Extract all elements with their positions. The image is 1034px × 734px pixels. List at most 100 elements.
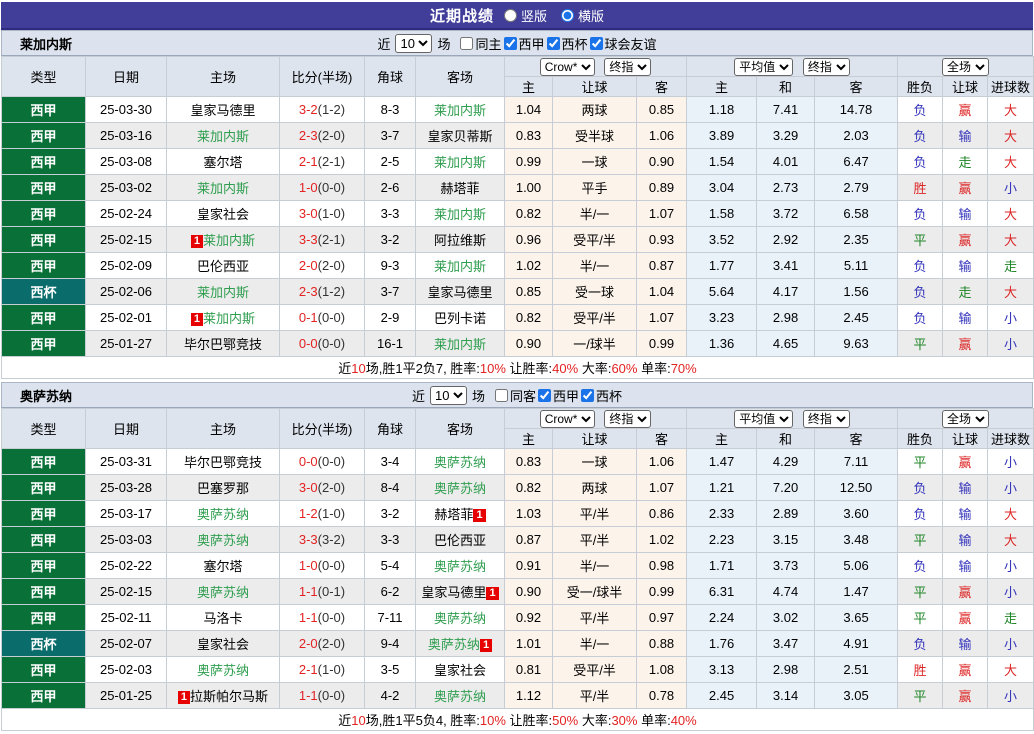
league-type-cell: 西甲 xyxy=(1,96,86,123)
away-team-name: 莱加内斯 xyxy=(433,207,486,222)
handicap-away-odds-cell: 0.78 xyxy=(635,682,688,709)
bookmaker-select[interactable]: Crow* xyxy=(539,409,595,428)
filter-checkbox-西甲[interactable] xyxy=(503,36,517,50)
fulltime-score: 2-3 xyxy=(298,128,318,143)
europe-draw-odds-cell: 2.98 xyxy=(756,304,816,331)
match-row: 西甲 25-02-15 奥萨苏纳 1-1(0-1) 6-2 皇家马德里 1 0.90 受一/球半… xyxy=(1,578,1034,605)
filter-checkbox-同客[interactable] xyxy=(494,388,508,402)
result-wdl-cell: 负 xyxy=(897,96,944,123)
result-wdl-cell: 胜 xyxy=(897,174,944,201)
europe-away-odds-cell: 2.51 xyxy=(814,656,899,683)
filter-checkbox-西杯[interactable] xyxy=(581,388,595,402)
score-cell: 3-3(3-2) xyxy=(279,526,365,553)
match-date-cell: 25-03-31 xyxy=(85,448,167,475)
sub-header-ah-home: 主 xyxy=(504,76,553,97)
away-team-name: 奥萨苏纳 xyxy=(433,611,486,626)
period-select[interactable]: 全场 xyxy=(942,409,990,428)
europe-draw-odds-cell: 7.41 xyxy=(756,96,816,123)
match-date-cell: 25-02-03 xyxy=(85,656,167,683)
summary-row: 近10场,胜1平5负4, 胜率:10% 让胜率:50% 大率:30% 单率:40… xyxy=(0,708,1034,731)
match-count-select[interactable]: 10 xyxy=(429,385,467,405)
europe-away-odds-cell: 4.91 xyxy=(814,630,899,657)
match-date-cell: 25-03-08 xyxy=(85,148,167,175)
match-date-cell: 25-01-27 xyxy=(85,330,167,357)
filter-checkbox-同主[interactable] xyxy=(460,36,474,50)
filter-checkbox-item-球会友谊[interactable]: 球会友谊 xyxy=(588,34,657,53)
halftime-score: (2-1) xyxy=(317,232,346,247)
match-date-cell: 25-01-25 xyxy=(85,682,167,709)
filter-checkbox-item-西甲[interactable]: 西甲 xyxy=(502,34,545,53)
handicap-line-cell: 半/一 xyxy=(552,252,637,279)
fulltime-score: 2-0 xyxy=(298,258,318,273)
corner-cell: 6-2 xyxy=(364,578,416,605)
result-goals-cell: 小 xyxy=(987,578,1034,605)
corner-cell: 9-4 xyxy=(364,630,416,657)
filter-checkbox-item-西甲[interactable]: 西甲 xyxy=(536,386,579,405)
corner-cell: 9-3 xyxy=(364,252,416,279)
view-mode-option-1[interactable]: 横版 xyxy=(561,6,604,25)
match-row: 西甲 25-03-31 毕尔巴鄂竞技 0-0(0-0) 3-4 奥萨苏纳 0.83 一球 1.0… xyxy=(1,448,1034,475)
view-mode-radio-0[interactable] xyxy=(503,8,517,22)
period-select[interactable]: 全场 xyxy=(942,57,990,76)
handicap-home-odds-cell: 0.87 xyxy=(504,526,553,553)
filter-checkbox-西甲[interactable] xyxy=(538,388,551,402)
handicap-line-cell: 受一/球半 xyxy=(552,578,637,605)
col-header-score: 比分(半场) xyxy=(279,408,365,449)
filter-checkbox-item-同客[interactable]: 同客 xyxy=(493,386,536,405)
handicap-line-cell: 平/半 xyxy=(552,604,637,631)
filter-checkbox-label: 同客 xyxy=(509,388,536,404)
match-count-select[interactable]: 10 xyxy=(395,33,433,53)
handicap-line-cell: 一/球半 xyxy=(552,330,637,357)
halftime-score: (0-0) xyxy=(317,610,346,625)
league-type-cell: 西甲 xyxy=(1,604,86,631)
odds-time-select[interactable]: 终指 xyxy=(604,409,652,428)
away-team-name: 皇家马德里 xyxy=(427,285,493,300)
handicap-home-odds-cell: 0.91 xyxy=(504,552,553,579)
result-wdl-cell: 负 xyxy=(897,500,944,527)
score-cell: 3-2(1-2) xyxy=(279,96,365,123)
view-mode-radio-1[interactable] xyxy=(561,8,574,22)
home-team-cell: 塞尔塔 xyxy=(166,552,280,579)
handicap-away-odds-cell: 0.98 xyxy=(635,552,688,579)
filter-checkbox-item-西杯[interactable]: 西杯 xyxy=(545,34,588,53)
sub-header-ah-line: 让球 xyxy=(552,428,637,449)
odds-time-select[interactable]: 终指 xyxy=(604,57,652,76)
europe-odds-select[interactable]: 平均值 xyxy=(734,409,794,428)
corner-cell: 3-3 xyxy=(364,200,416,227)
match-row: 西甲 25-02-22 塞尔塔 1-0(0-0) 5-4 奥萨苏纳 0.91 半/一 0.98 1… xyxy=(1,552,1034,579)
europe-away-odds-cell: 2.45 xyxy=(814,304,899,331)
summary-text: 让胜率: xyxy=(505,361,553,376)
corner-cell: 3-2 xyxy=(364,226,416,253)
filter-checkbox-球会友谊[interactable] xyxy=(589,36,603,50)
europe-draw-odds-cell: 2.89 xyxy=(756,500,816,527)
bookmaker-select[interactable]: Crow* xyxy=(539,57,595,76)
top-bar: 近期战绩 竖版 横版 xyxy=(1,2,1033,30)
europe-away-odds-cell: 5.06 xyxy=(814,552,899,579)
handicap-home-odds-cell: 0.81 xyxy=(504,656,553,683)
sub-header-eu-away: 客 xyxy=(814,76,899,97)
result-goals-cell: 大 xyxy=(987,500,1034,527)
away-team-name: 皇家社会 xyxy=(433,663,486,678)
europe-home-odds-cell: 1.54 xyxy=(686,148,758,175)
filter-checkbox-item-同主[interactable]: 同主 xyxy=(458,34,502,53)
view-mode-label: 竖版 xyxy=(520,8,547,24)
result-handicap-cell: 赢 xyxy=(942,96,989,123)
away-team-name: 莱加内斯 xyxy=(433,337,486,352)
filter-checkbox-item-西杯[interactable]: 西杯 xyxy=(579,386,622,405)
halftime-score: (0-0) xyxy=(317,180,346,195)
europe-odds-select[interactable]: 平均值 xyxy=(734,57,794,76)
europe-odds-time-select[interactable]: 终指 xyxy=(802,57,850,76)
home-team-name: 皇家社会 xyxy=(196,207,249,222)
handicap-line-cell: 受平/半 xyxy=(552,226,637,253)
filter-checkbox-西杯[interactable] xyxy=(546,36,560,50)
handicap-away-odds-cell: 0.85 xyxy=(635,96,688,123)
europe-odds-time-select[interactable]: 终指 xyxy=(802,409,850,428)
league-type-cell: 西甲 xyxy=(1,304,86,331)
summary-text: 场,胜1平2负7, 胜率: xyxy=(365,361,480,376)
home-team-name: 塞尔塔 xyxy=(203,155,243,170)
handicap-away-odds-cell: 0.86 xyxy=(635,500,688,527)
result-goals-cell: 大 xyxy=(987,526,1034,553)
result-goals-cell: 走 xyxy=(987,604,1034,631)
halftime-score: (0-0) xyxy=(317,558,346,573)
view-mode-option-0[interactable]: 竖版 xyxy=(503,6,547,25)
